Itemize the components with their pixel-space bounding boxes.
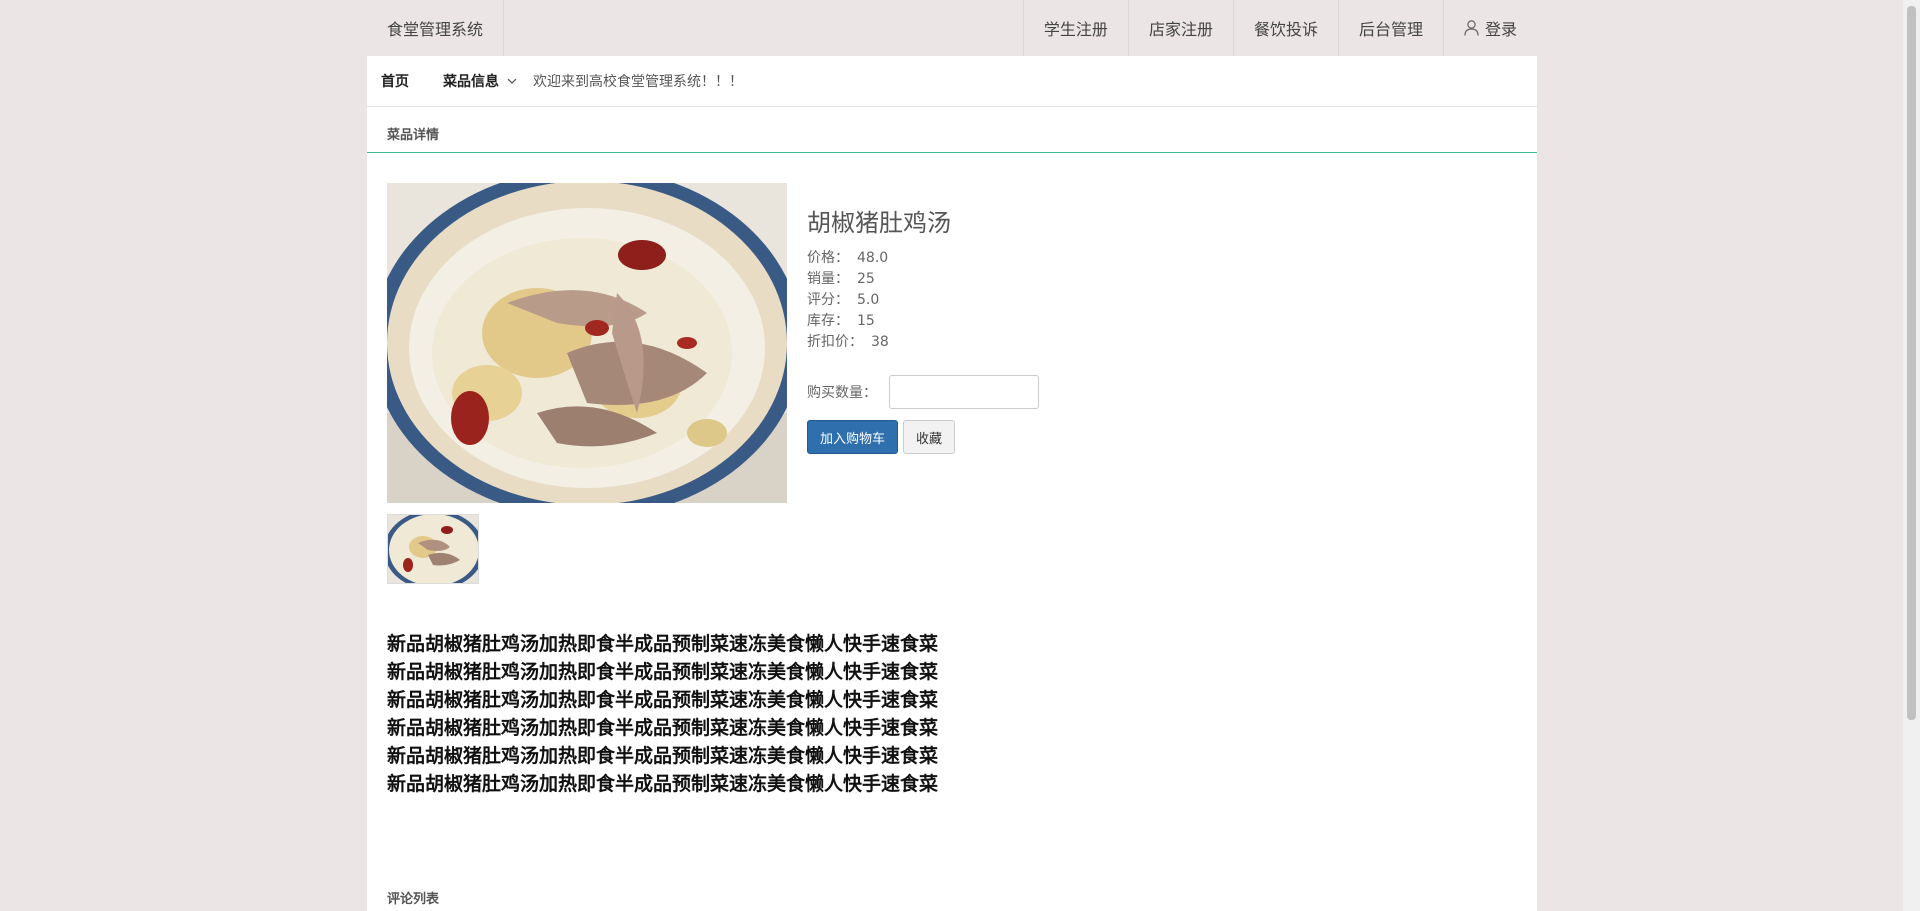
top-nav-menu: 学生注册 店家注册 餐饮投诉 后台管理 登录	[1022, 0, 1537, 56]
price-label: 价格：	[807, 250, 849, 266]
site-brand[interactable]: 食堂管理系统	[367, 0, 505, 56]
top-navbar: 食堂管理系统 学生注册 店家注册 餐饮投诉 后台管理 登录	[367, 0, 1537, 56]
login-label: 登录	[1484, 20, 1517, 39]
stock-label: 库存：	[807, 313, 849, 329]
nav-shop-register[interactable]: 店家注册	[1127, 0, 1233, 56]
nav-login[interactable]: 登录	[1442, 0, 1537, 56]
soup-pot-image	[387, 183, 787, 503]
description-line: 新品胡椒猪肚鸡汤加热即食半成品预制菜速冻美食懒人快手速食菜	[387, 773, 939, 795]
nav-admin[interactable]: 后台管理	[1337, 0, 1443, 56]
description-line: 新品胡椒猪肚鸡汤加热即食半成品预制菜速冻美食懒人快手速食菜	[387, 689, 939, 711]
chevron-down-icon	[507, 78, 517, 84]
nav-complaint[interactable]: 餐饮投诉	[1232, 0, 1338, 56]
quantity-row: 购买数量：	[807, 375, 1039, 409]
page-scrollbar[interactable]	[1903, 0, 1920, 911]
dish-thumbnail[interactable]	[387, 514, 479, 584]
sales-row: 销量： 25	[807, 269, 1039, 290]
subnav-dish-dropdown[interactable]: 菜品信息	[443, 71, 517, 91]
rating-label: 评分：	[807, 292, 849, 308]
sales-value: 25	[857, 271, 875, 287]
nav-student-register[interactable]: 学生注册	[1022, 0, 1128, 56]
user-icon	[1464, 20, 1479, 36]
sales-label: 销量：	[807, 271, 849, 287]
price-row: 价格： 48.0	[807, 248, 1039, 269]
welcome-message: 欢迎来到高校食堂管理系统！！！	[533, 74, 743, 90]
stock-value: 15	[857, 313, 875, 329]
stock-row: 库存： 15	[807, 311, 1039, 332]
dish-main-image	[387, 183, 787, 503]
description-line: 新品胡椒猪肚鸡汤加热即食半成品预制菜速冻美食懒人快手速食菜	[387, 633, 939, 655]
dish-detail-section: 胡椒猪肚鸡汤 价格： 48.0 销量： 25 评分： 5.0 库存： 15 折扣价： 38…	[367, 153, 1537, 853]
rating-row: 评分： 5.0	[807, 290, 1039, 311]
sub-navbar: 首页 菜品信息 欢迎来到高校食堂管理系统！！！	[367, 56, 1537, 107]
main-panel: 首页 菜品信息 欢迎来到高校食堂管理系统！！！ 菜品详情 胡椒猪肚鸡汤 价格： …	[367, 56, 1537, 911]
description-line: 新品胡椒猪肚鸡汤加热即食半成品预制菜速冻美食懒人快手速食菜	[387, 717, 939, 739]
dish-title: 胡椒猪肚鸡汤	[807, 209, 951, 237]
favorite-button[interactable]: 收藏	[903, 420, 956, 454]
action-buttons: 加入购物车 收藏	[807, 420, 1039, 454]
discount-value: 38	[871, 334, 889, 350]
discount-row: 折扣价： 38	[807, 332, 1039, 353]
dish-detail-heading: 菜品详情	[367, 107, 1537, 153]
scrollbar-thumb[interactable]	[1907, 6, 1916, 720]
rating-value: 5.0	[857, 292, 880, 308]
description-line: 新品胡椒猪肚鸡汤加热即食半成品预制菜速冻美食懒人快手速食菜	[387, 661, 939, 683]
dish-description: 新品胡椒猪肚鸡汤加热即食半成品预制菜速冻美食懒人快手速食菜 新品胡椒猪肚鸡汤加热…	[387, 630, 938, 798]
description-line: 新品胡椒猪肚鸡汤加热即食半成品预制菜速冻美食懒人快手速食菜	[387, 745, 939, 767]
subnav-dish-label: 菜品信息	[443, 74, 499, 90]
quantity-label: 购买数量：	[807, 385, 877, 401]
soup-thumbnail-image	[388, 515, 478, 583]
dish-info: 胡椒猪肚鸡汤 价格： 48.0 销量： 25 评分： 5.0 库存： 15 折扣价： 38…	[807, 203, 1039, 454]
price-value: 48.0	[857, 250, 889, 266]
subnav-home-link[interactable]: 首页	[381, 71, 409, 91]
quantity-input[interactable]	[889, 375, 1039, 409]
add-to-cart-button[interactable]: 加入购物车	[807, 420, 899, 454]
discount-label: 折扣价：	[807, 334, 863, 350]
comments-heading: 评论列表	[367, 871, 1537, 911]
